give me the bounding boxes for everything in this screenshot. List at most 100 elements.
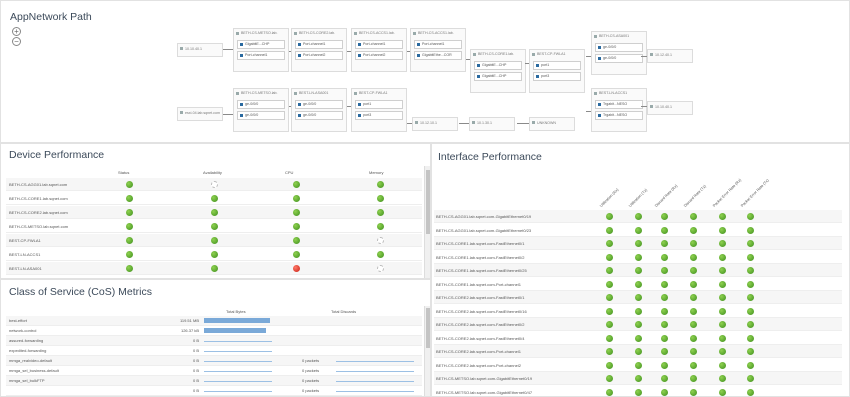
interface-name[interactable]: BETH-CS-CORE1.lab.sqnet.com-FastEthernet… <box>436 237 524 250</box>
node-interface[interactable]: ge-0/0/0 <box>595 54 643 63</box>
zoom-out-icon[interactable]: − <box>12 37 21 46</box>
endpoint-node[interactable]: 10.12.40.1 <box>647 49 693 63</box>
cos-row[interactable]: 0 B 0 packets <box>6 386 422 396</box>
network-node[interactable]: BEST-LN-ASA001 ge-0/0/0 ge-0/0/0 <box>291 88 347 132</box>
device-scrollbar[interactable] <box>424 166 430 278</box>
cos-scrollbar[interactable] <box>424 306 430 396</box>
node-interface[interactable]: Port-channel1 <box>414 40 462 49</box>
interface-col-header[interactable]: Packet Error Rate (Rx) <box>712 178 742 208</box>
interface-name[interactable]: BETH-CS-METSO.lab.sqnet.com-GigabitEther… <box>436 372 532 385</box>
node-interface[interactable]: port1 <box>533 61 581 70</box>
interface-name[interactable]: BETH-CS-CORE2.lab.sqnet.com-Port-channel… <box>436 345 521 358</box>
device-name[interactable]: BETH-CS-CORE1.lab.sqnet.com <box>9 192 68 205</box>
cos-row[interactable]: network-control 126.37 kB <box>6 326 422 336</box>
node-interface[interactable]: ge-0/0/0 <box>295 111 343 120</box>
node-interface[interactable]: Port-channel1 <box>295 40 343 49</box>
node-interface[interactable]: ge-0/0/0 <box>237 100 285 109</box>
endpoint-node[interactable]: 10.1.30.1 <box>469 117 515 131</box>
node-interface[interactable]: port3 <box>533 72 581 81</box>
interface-name[interactable]: BETH-CS-CORE1.lab.sqnet.com-Port-channel… <box>436 278 521 291</box>
interface-row[interactable]: BETH-CS-CORE1.lab.sqnet.com-FastEthernet… <box>434 264 842 277</box>
endpoint-node[interactable]: 10.12.10.1 <box>412 117 458 131</box>
node-interface[interactable]: port1 <box>355 100 403 109</box>
interface-row[interactable]: BETH-CS-CORE2.lab.sqnet.com-FastEthernet… <box>434 291 842 304</box>
interface-row[interactable]: BETH-CS-CORE2.lab.sqnet.com-FastEthernet… <box>434 332 842 345</box>
interface-col-header[interactable]: Discard Rate (Rx) <box>654 184 678 208</box>
interface-row[interactable]: BETH-CS-CORE1.lab.sqnet.com-FastEthernet… <box>434 237 842 250</box>
interface-row[interactable]: BETH-CS-METSO.lab.sqnet.com-GigabitEther… <box>434 386 842 397</box>
node-interface[interactable]: GigabitE...CHP <box>474 61 522 70</box>
node-interface[interactable]: Trgabit...NESO <box>595 100 643 109</box>
device-col-header[interactable]: Status <box>118 170 129 175</box>
network-node[interactable]: BETH-CS-METSO.lab. GigabitE...CHP Port-cha… <box>233 28 289 72</box>
interface-col-header[interactable]: Packet Error Rate (Tx) <box>740 178 770 208</box>
node-interface[interactable]: port3 <box>355 111 403 120</box>
device-col-header[interactable]: CPU <box>285 170 293 175</box>
interface-row[interactable]: BETH-CS-CORE1.lab.sqnet.com-Port-channel… <box>434 278 842 291</box>
interface-name[interactable]: BETH-CS-CORE2.lab.sqnet.com-FastEthernet… <box>436 305 527 318</box>
interface-name[interactable]: BETH-CS-METSO.lab.sqnet.com-GigabitEther… <box>436 386 532 397</box>
interface-row[interactable]: BETH-CS-CORE2.lab.sqnet.com-FastEthernet… <box>434 305 842 318</box>
cos-row[interactable]: assured-forwarding 0 B <box>6 336 422 346</box>
device-name[interactable]: BETH-CS-CORE2.lab.sqnet.com <box>9 206 68 219</box>
network-node[interactable]: BETH-CS-ACCS1.lab. Port-channel1 GigabitEt… <box>410 28 466 72</box>
node-interface[interactable]: GigabitE...CHP <box>237 40 285 49</box>
node-interface[interactable]: Port-channel2 <box>355 51 403 60</box>
interface-row[interactable]: BETH-CS-CORE2.lab.sqnet.com-Port-channel… <box>434 345 842 358</box>
interface-name[interactable]: BETH-CS-CORE1.lab.sqnet.com-FastEthernet… <box>436 251 524 264</box>
interface-row[interactable]: BETH-CS-AGG01.lab.sqnet.com-GigabitEther… <box>434 224 842 237</box>
node-interface[interactable]: ge-0/0/0 <box>237 111 285 120</box>
interface-col-header[interactable]: Utilization (Rx) <box>599 188 619 208</box>
network-node[interactable]: BETH-CS-ACCS1.lab. Port-channel1 Port-chan… <box>351 28 407 72</box>
endpoint-node[interactable]: UNKNOWN <box>529 117 575 131</box>
device-col-header[interactable]: Availability <box>203 170 222 175</box>
interface-name[interactable]: BETH-CS-AGG01.lab.sqnet.com-GigabitEther… <box>436 210 531 223</box>
zoom-in-icon[interactable]: + <box>12 27 21 36</box>
device-row[interactable]: BEST-LN-ACCS1 <box>6 248 422 261</box>
node-interface[interactable]: Trgabit...NESO <box>595 111 643 120</box>
cos-row[interactable]: mmga_sel_bulkFTP 0 B 0 packets <box>6 376 422 386</box>
node-interface[interactable]: Port-channel1 <box>355 40 403 49</box>
interface-col-header[interactable]: Discard Rate (Tx) <box>683 184 707 208</box>
device-row[interactable]: BETH-CS-CORE2.lab.sqnet.com <box>6 206 422 219</box>
device-name[interactable]: BETH-CS-METSO.lab.sqnet.com <box>9 220 68 233</box>
device-name[interactable]: BETH-CS-AGG01.lab.sqnet.com <box>9 178 67 191</box>
interface-row[interactable]: BETH-CS-CORE2.lab.sqnet.com-FastEthernet… <box>434 318 842 331</box>
node-interface[interactable]: ge-0/0/0 <box>595 43 643 52</box>
node-interface[interactable]: GigabitE...CHP <box>474 72 522 81</box>
device-row[interactable]: BETH-CS-AGG01.lab.sqnet.com <box>6 178 422 191</box>
interface-name[interactable]: BETH-CS-AGG01.lab.sqnet.com-GigabitEther… <box>436 224 531 237</box>
network-node[interactable]: BEST-LN-ACCS1 Trgabit...NESO Trgabit...NES… <box>591 88 647 132</box>
interface-row[interactable]: BETH-CS-AGG01.lab.sqnet.com-GigabitEther… <box>434 210 842 223</box>
network-node[interactable]: BETH-CS-METSO.lab. ge-0/0/0 ge-0/0/0 <box>233 88 289 132</box>
device-col-header[interactable]: Memory <box>369 170 383 175</box>
interface-row[interactable]: BETH-CS-METSO.lab.sqnet.com-GigabitEther… <box>434 372 842 385</box>
interface-name[interactable]: BETH-CS-CORE1.lab.sqnet.com-FastEthernet… <box>436 264 527 277</box>
interface-name[interactable]: BETH-CS-CORE2.lab.sqnet.com-FastEthernet… <box>436 291 524 304</box>
interface-row[interactable]: BETH-CS-CORE1.lab.sqnet.com-FastEthernet… <box>434 251 842 264</box>
interface-name[interactable]: BETH-CS-CORE2.lab.sqnet.com-Port-channel… <box>436 359 521 372</box>
interface-row[interactable]: BETH-CS-CORE2.lab.sqnet.com-Port-channel… <box>434 359 842 372</box>
interface-name[interactable]: BETH-CS-CORE2.lab.sqnet.com-FastEthernet… <box>436 332 524 345</box>
interface-name[interactable]: BETH-CS-CORE2.lab.sqnet.com-FastEthernet… <box>436 318 524 331</box>
network-node[interactable]: BETH-CS-CORE1.lab. GigabitE...CHP GigabitE… <box>470 49 526 93</box>
endpoint-node[interactable]: 10.10.40.1 <box>647 101 693 115</box>
network-node[interactable]: BETH-CS-CORE2.lab. Port-channel1 Port-chan… <box>291 28 347 72</box>
device-row[interactable]: BEST-CP-FWLA1 <box>6 234 422 247</box>
device-name[interactable]: BEST-LN-ACCS1 <box>9 248 40 261</box>
device-row[interactable]: BETH-CS-METSO.lab.sqnet.com <box>6 220 422 233</box>
endpoint-node[interactable]: esxi-04.lab.sqnet.com <box>177 107 223 121</box>
node-interface[interactable]: Port-channel1 <box>237 51 285 60</box>
cos-row[interactable]: best-effort 119.51 MB <box>6 316 422 326</box>
network-node[interactable]: BETH-CS-ASA001 ge-0/0/0 ge-0/0/0 <box>591 31 647 75</box>
device-row[interactable]: BEST-LN-ASA001 <box>6 262 422 275</box>
cos-row[interactable]: mmga_realvideo-default 0 B 0 packets <box>6 356 422 366</box>
cos-row[interactable]: expedited-forwarding 0 B <box>6 346 422 356</box>
network-node[interactable]: BEST-CP-FWLA1 port1 port3 <box>351 88 407 132</box>
node-interface[interactable]: GigabitEthe...COR <box>414 51 462 60</box>
interface-col-header[interactable]: Utilization (Tx) <box>628 188 648 208</box>
device-row[interactable]: BETH-CS-CORE1.lab.sqnet.com <box>6 192 422 205</box>
device-name[interactable]: BEST-LN-ASA001 <box>9 262 42 275</box>
network-node[interactable]: BEST-CP-FWLA1 port1 port3 <box>529 49 585 93</box>
node-interface[interactable]: ge-0/0/0 <box>295 100 343 109</box>
